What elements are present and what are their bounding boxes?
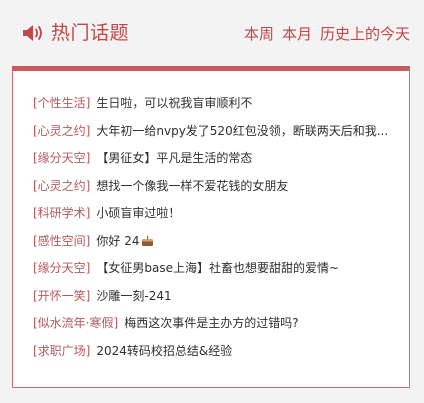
topic-link[interactable]: 沙雕一刻-241 bbox=[96, 283, 401, 311]
topic-category-link[interactable]: [似水流年·寒假] bbox=[33, 310, 118, 338]
topics-panel: [个性生活] 生日啦，可以祝我盲审顺利不 [心灵之约] 大年初一给nvpy发了5… bbox=[12, 66, 410, 388]
topic-row: [求职广场] 2024转码校招总结&经验 bbox=[33, 338, 401, 366]
topic-list: [个性生活] 生日啦，可以祝我盲审顺利不 [心灵之约] 大年初一给nvpy发了5… bbox=[33, 90, 401, 365]
topic-link[interactable]: 【女征男base上海】社畜也想要甜甜的爱情~ bbox=[96, 255, 401, 283]
topic-category-link[interactable]: [科研学术] bbox=[33, 200, 90, 228]
topic-category-link[interactable]: [缘分天空] bbox=[33, 145, 90, 173]
topic-row: [心灵之约] 大年初一给nvpy发了520红包没领，断联两天后和我... bbox=[33, 118, 401, 146]
topic-category-link[interactable]: [心灵之约] bbox=[33, 118, 90, 146]
topic-link[interactable]: 【男征女】平凡是生活的常态 bbox=[96, 145, 401, 173]
topic-link[interactable]: 2024转码校招总结&经验 bbox=[96, 338, 401, 366]
topic-category-link[interactable]: [开怀一笑] bbox=[33, 283, 90, 311]
topic-link[interactable]: 梅西这次事件是主办方的过错吗? bbox=[124, 310, 401, 338]
topic-row: [个性生活] 生日啦，可以祝我盲审顺利不 bbox=[33, 90, 401, 118]
tab-this-week[interactable]: 本周 bbox=[244, 22, 274, 46]
topic-link[interactable]: 你好 24 bbox=[96, 228, 401, 256]
topic-row: [科研学术] 小硕盲审过啦！ bbox=[33, 200, 401, 228]
period-tabs: 本周 本月 历史上的今天 bbox=[244, 22, 410, 46]
topic-row: [感性空间] 你好 24 bbox=[33, 228, 401, 256]
topic-link[interactable]: 大年初一给nvpy发了520红包没领，断联两天后和我... bbox=[96, 118, 401, 146]
topic-row: [缘分天空] 【女征男base上海】社畜也想要甜甜的爱情~ bbox=[33, 255, 401, 283]
topic-row: [心灵之约] 想找一个像我一样不爱花钱的女朋友 bbox=[33, 173, 401, 201]
topic-row: [似水流年·寒假] 梅西这次事件是主办方的过错吗? bbox=[33, 310, 401, 338]
topic-link[interactable]: 想找一个像我一样不爱花钱的女朋友 bbox=[96, 173, 401, 201]
hot-topics-widget: 热门话题 本周 本月 历史上的今天 [个性生活] 生日啦，可以祝我盲审顺利不 [… bbox=[0, 0, 424, 403]
topic-category-link[interactable]: [缘分天空] bbox=[33, 255, 90, 283]
widget-title: 热门话题 bbox=[51, 22, 130, 44]
widget-header: 热门话题 本周 本月 历史上的今天 bbox=[0, 0, 424, 64]
topic-row: [缘分天空] 【男征女】平凡是生活的常态 bbox=[33, 145, 401, 173]
topic-category-link[interactable]: [心灵之约] bbox=[33, 173, 90, 201]
topic-category-link[interactable]: [感性空间] bbox=[33, 228, 90, 256]
topic-row: [开怀一笑] 沙雕一刻-241 bbox=[33, 283, 401, 311]
topic-category-link[interactable]: [求职广场] bbox=[33, 338, 90, 366]
cake-icon bbox=[142, 234, 154, 246]
topic-link[interactable]: 生日啦，可以祝我盲审顺利不 bbox=[96, 90, 401, 118]
tab-this-day-in-history[interactable]: 历史上的今天 bbox=[320, 22, 410, 46]
topic-link-text: 你好 24 bbox=[96, 233, 140, 248]
speaker-icon bbox=[23, 25, 42, 41]
tab-this-month[interactable]: 本月 bbox=[282, 22, 312, 46]
topic-category-link[interactable]: [个性生活] bbox=[33, 90, 90, 118]
topic-link[interactable]: 小硕盲审过啦！ bbox=[96, 200, 401, 228]
